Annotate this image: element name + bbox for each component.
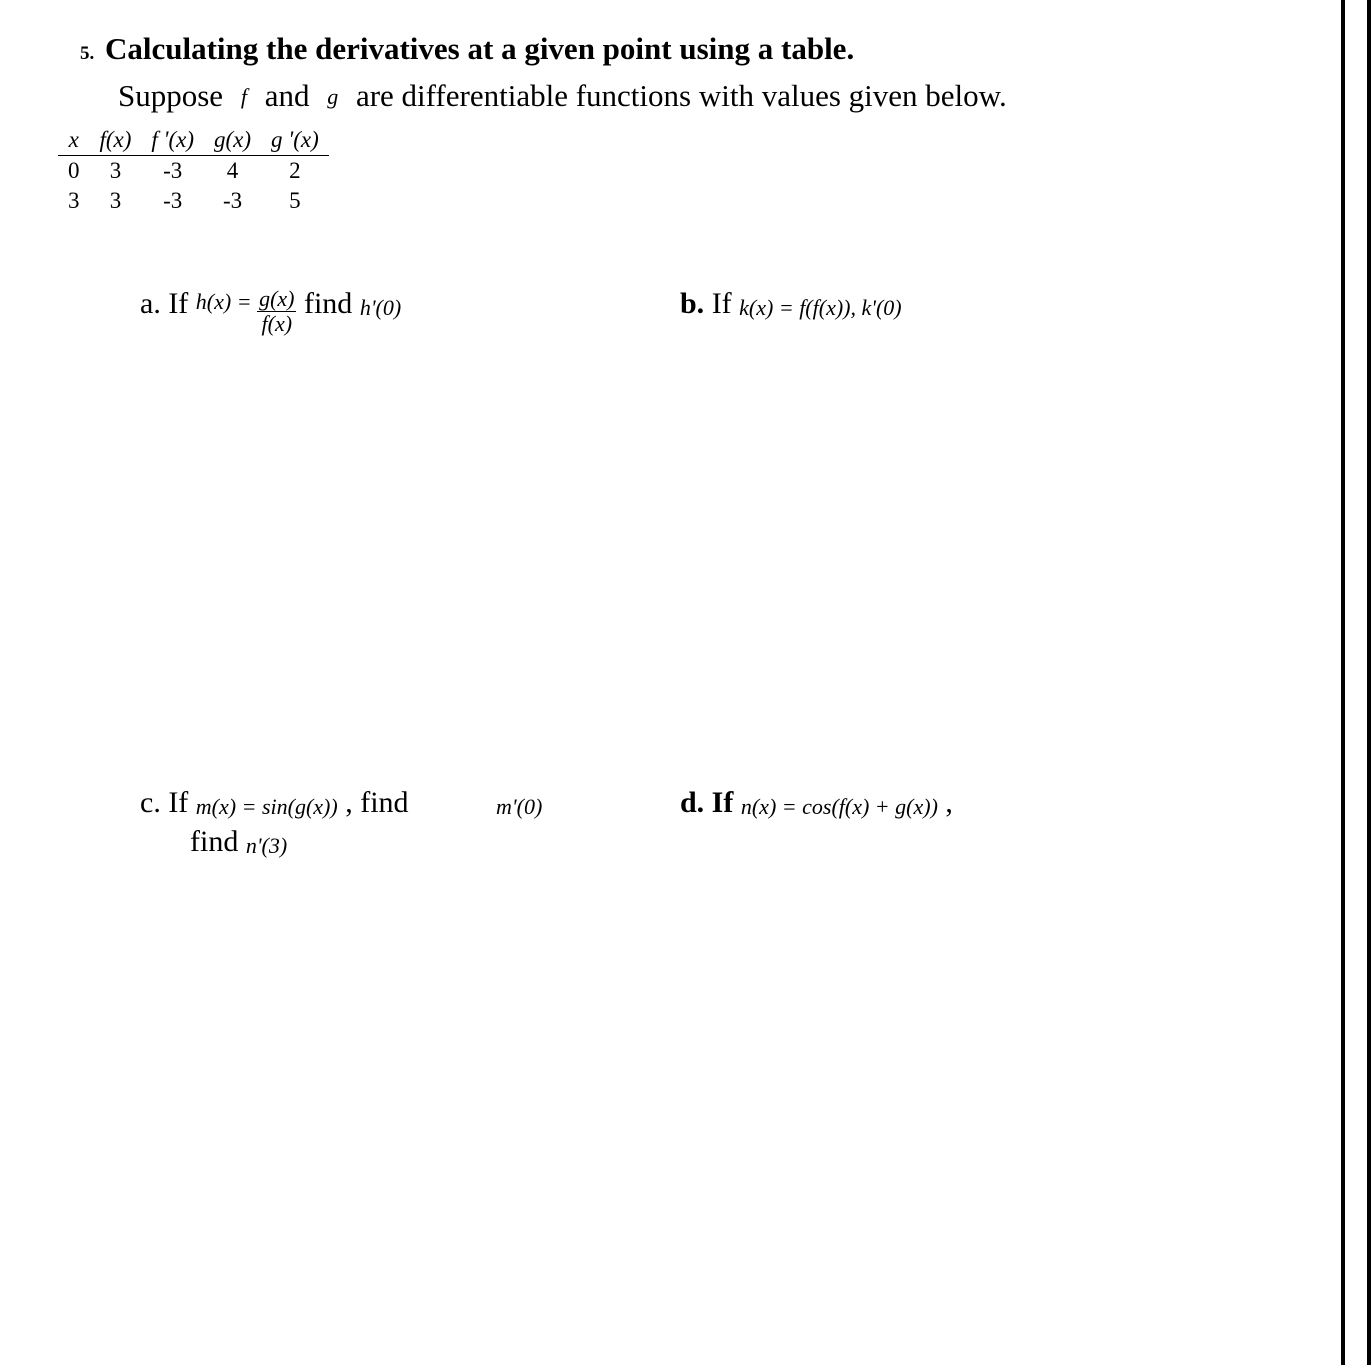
cell: 3 — [90, 155, 142, 186]
table-header-row: x f(x) f '(x) g(x) g '(x) — [58, 125, 329, 156]
part-c-eq: m(x) = sin(g(x)) — [196, 794, 338, 819]
part-a-line: a. If h(x) = g(x) f(x) find h'(0) — [140, 286, 680, 335]
content-area: 5. Calculating the derivatives at a give… — [30, 30, 1280, 859]
problems-row-1: a. If h(x) = g(x) f(x) find h'(0) b. If … — [140, 286, 1280, 335]
th-fprimex: f '(x) — [141, 125, 204, 156]
table-row: 0 3 -3 4 2 — [58, 155, 329, 186]
cell: -3 — [141, 186, 204, 216]
part-c-label: c. If — [140, 786, 196, 819]
intro-text: Suppose f and g are differentiable funct… — [118, 75, 1280, 117]
part-a-find: find — [304, 287, 360, 320]
part-d: d. If n(x) = cos(f(x) + g(x)) , — [680, 785, 1180, 821]
problem-title: Calculating the derivatives at a given p… — [105, 31, 854, 66]
value-table: x f(x) f '(x) g(x) g '(x) 0 3 -3 4 2 3 3… — [58, 125, 329, 216]
cell: 2 — [261, 155, 329, 186]
page-right-border — [1341, 0, 1371, 1365]
part-d-find-word: find — [190, 825, 246, 858]
document-page: 5. Calculating the derivatives at a give… — [0, 0, 1340, 1365]
th-gx: g(x) — [204, 125, 261, 156]
fraction: g(x) f(x) — [257, 288, 296, 335]
fraction-numerator: g(x) — [257, 288, 296, 312]
intro-f-symbol: f — [231, 84, 257, 109]
problem-number: 5. — [80, 43, 94, 64]
part-b-if: If — [712, 287, 739, 320]
cell: -3 — [141, 155, 204, 186]
part-a-target: h'(0) — [360, 295, 401, 320]
th-x: x — [58, 125, 90, 156]
problems-row-2: c. If m(x) = sin(g(x)) , find m'(0) d. I… — [140, 785, 1280, 821]
cell: 0 — [58, 155, 90, 186]
th-fx: f(x) — [90, 125, 142, 156]
part-b: b. If k(x) = f(f(x)), k'(0) — [680, 286, 1180, 335]
intro-prefix: Suppose — [118, 78, 231, 113]
cell: 5 — [261, 186, 329, 216]
heading-line: 5. Calculating the derivatives at a give… — [80, 30, 1280, 69]
hx-prefix: h(x) = — [196, 289, 257, 314]
part-d-find-line: find n'(3) — [190, 825, 1280, 859]
part-b-line: b. If k(x) = f(f(x)), k'(0) — [680, 286, 1180, 322]
cell: 3 — [90, 186, 142, 216]
part-d-comma: , — [945, 786, 953, 819]
cell: 3 — [58, 186, 90, 216]
part-b-label: b. — [680, 287, 704, 320]
intro-suffix: are differentiable functions with values… — [348, 78, 1007, 113]
value-table-wrap: x f(x) f '(x) g(x) g '(x) 0 3 -3 4 2 3 3… — [58, 125, 1280, 216]
part-a-label: a. If — [140, 287, 196, 320]
part-c-line: c. If m(x) = sin(g(x)) , find m'(0) — [140, 785, 680, 821]
part-c-target: m'(0) — [416, 794, 542, 819]
cell: 4 — [204, 155, 261, 186]
work-space-gap — [80, 335, 1280, 785]
part-d-target: n'(3) — [246, 833, 287, 858]
part-a: a. If h(x) = g(x) f(x) find h'(0) — [140, 286, 680, 335]
part-c-find: , find — [345, 786, 408, 819]
fraction-denominator: f(x) — [257, 312, 296, 335]
th-gprimex: g '(x) — [261, 125, 329, 156]
table-row: 3 3 -3 -3 5 — [58, 186, 329, 216]
intro-and: and — [257, 78, 317, 113]
part-d-eq: n(x) = cos(f(x) + g(x)) — [741, 794, 938, 819]
intro-g-symbol: g — [317, 84, 348, 109]
cell: -3 — [204, 186, 261, 216]
part-b-eq: k(x) = f(f(x)), k'(0) — [739, 295, 901, 320]
part-d-label: d. If — [680, 786, 741, 819]
part-c: c. If m(x) = sin(g(x)) , find m'(0) — [140, 785, 680, 821]
part-d-line: d. If n(x) = cos(f(x) + g(x)) , — [680, 785, 1180, 821]
